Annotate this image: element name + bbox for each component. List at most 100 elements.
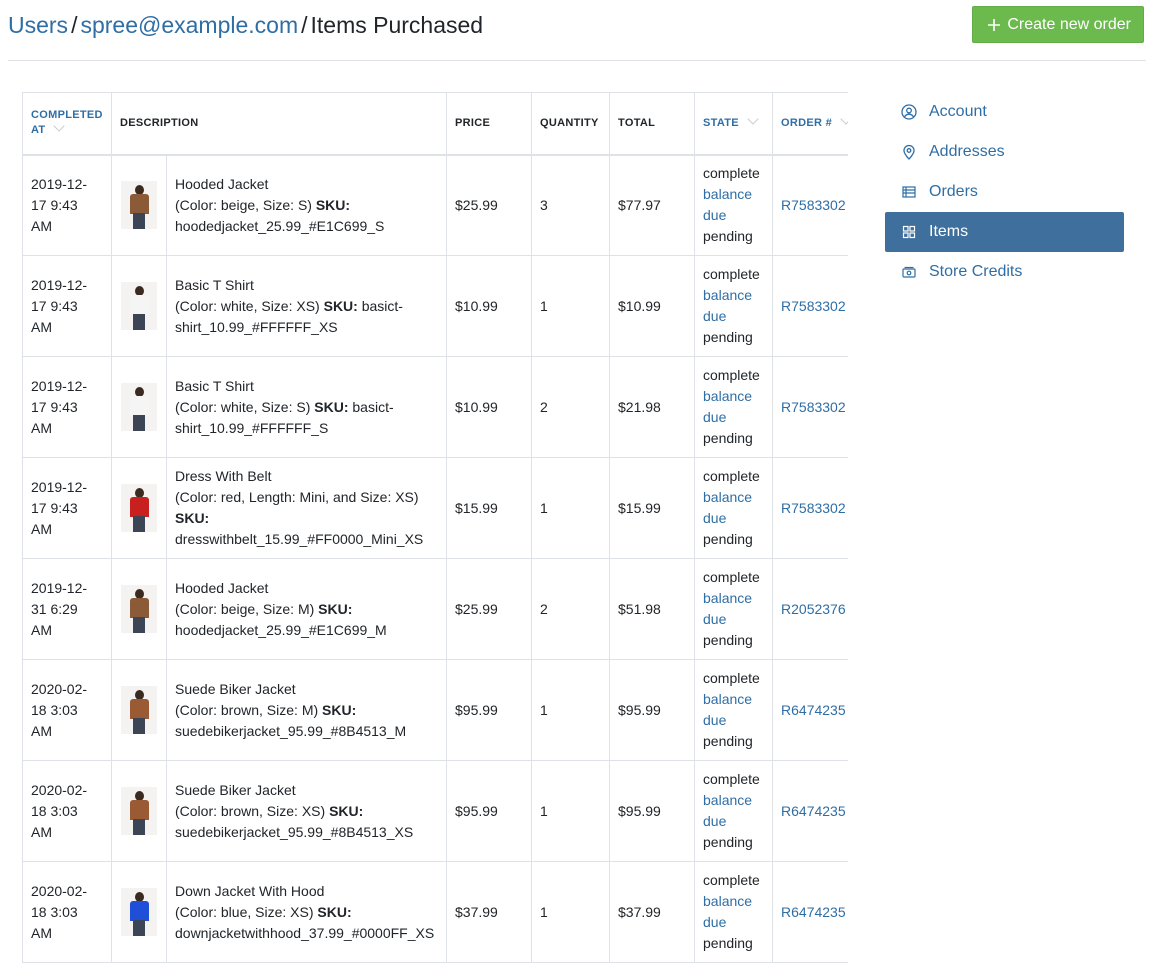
order-number-link[interactable]: R2052376 xyxy=(781,601,846,617)
sidebar-item-label: Orders xyxy=(929,183,978,200)
sku-label: SKU: xyxy=(315,196,351,213)
product-sku: hoodedjacket_25.99_#E1C699_S xyxy=(175,217,385,234)
price-cell: $25.99 xyxy=(446,154,533,256)
shipment-state: pending xyxy=(703,935,753,951)
grid-icon xyxy=(901,224,917,240)
product-thumbnail-cell xyxy=(111,356,167,458)
order-number-link[interactable]: R7583302 xyxy=(781,399,846,415)
product-name: Suede Biker Jacket xyxy=(175,781,296,798)
sidebar-item-addresses[interactable]: Addresses xyxy=(885,132,1124,172)
column-header-order-number[interactable]: ORDER # xyxy=(772,92,848,156)
order-number-link[interactable]: R6474235 xyxy=(781,904,846,920)
price-cell: $95.99 xyxy=(446,659,533,761)
money-icon xyxy=(901,264,917,280)
completed-at-cell: 2019-12- 17 9:43 AM xyxy=(22,255,112,357)
column-header-price: PRICE xyxy=(446,92,533,156)
payment-state-link[interactable]: balance due xyxy=(703,792,752,829)
order-state: complete xyxy=(703,771,760,787)
sidebar-item-orders[interactable]: Orders xyxy=(885,172,1124,212)
shipment-state: pending xyxy=(703,834,753,850)
product-sku: downjacketwithhood_37.99_#0000FF_XS xyxy=(175,924,435,941)
sku-label: SKU: xyxy=(323,297,358,314)
order-number-cell: R7583302 xyxy=(772,154,848,256)
sku-label: SKU: xyxy=(329,802,364,819)
order-state: complete xyxy=(703,266,760,282)
order-number-cell: R6474235 xyxy=(772,861,848,963)
order-number-link[interactable]: R6474235 xyxy=(781,803,846,819)
column-header-total: TOTAL xyxy=(609,92,696,156)
sidebar-item-store-credits[interactable]: Store Credits xyxy=(885,252,1124,292)
product-sku: dresswithbelt_15.99_#FF0000_Mini_XS xyxy=(175,531,424,547)
items-table-container[interactable]: COMPLETED AT DESCRIPTION PRICE QUANTITY T… xyxy=(22,92,848,965)
payment-state-link[interactable]: balance due xyxy=(703,287,752,324)
product-variant: (Color: red, Length: Mini, and Size: XS) xyxy=(175,489,419,505)
table-row: 2020-02- 18 3:03 AM Suede Biker Jacket (Colo… xyxy=(22,760,848,862)
state-cell: complete balance due pending xyxy=(694,861,774,963)
product-variant: (Color: white, Size: S) xyxy=(175,398,315,415)
order-number-link[interactable]: R7583302 xyxy=(781,197,846,213)
total-cell: $37.99 xyxy=(609,861,696,963)
quantity-cell: 2 xyxy=(531,356,611,458)
total-cell: $95.99 xyxy=(609,760,696,862)
description-cell: Hooded Jacket (Color: beige, Size: M) SKU… xyxy=(165,558,448,660)
sort-caret-icon xyxy=(840,113,848,125)
price-cell: $15.99 xyxy=(446,457,533,559)
create-new-order-button[interactable]: Create new order xyxy=(972,6,1144,43)
order-number-link[interactable]: R7583302 xyxy=(781,298,846,314)
shipment-state: pending xyxy=(703,329,753,345)
product-name: Suede Biker Jacket xyxy=(175,680,296,697)
price-cell: $37.99 xyxy=(446,861,533,963)
sku-label: SKU: xyxy=(322,701,357,718)
order-number-cell: R2052376 xyxy=(772,558,848,660)
state-cell: complete balance due pending xyxy=(694,760,774,862)
product-variant: (Color: brown, Size: XS) xyxy=(175,802,330,819)
description-cell: Suede Biker Jacket (Color: brown, Size: X… xyxy=(165,760,448,862)
payment-state-link[interactable]: balance due xyxy=(703,388,752,425)
product-thumbnail xyxy=(121,585,157,633)
breadcrumb-users-link[interactable]: Users xyxy=(8,12,68,38)
table-row: 2019-12- 17 9:43 AM Basic T Shirt (Color: wh… xyxy=(22,356,848,458)
product-thumbnail xyxy=(121,787,157,835)
product-name: Basic T Shirt xyxy=(175,276,254,293)
order-number-link[interactable]: R7583302 xyxy=(781,500,846,516)
shipment-state: pending xyxy=(703,430,753,446)
order-number-link[interactable]: R6474235 xyxy=(781,702,846,718)
state-cell: complete balance due pending xyxy=(694,457,774,559)
page-title: Items Purchased xyxy=(310,12,484,38)
product-thumbnail xyxy=(121,282,157,330)
payment-state-link[interactable]: balance due xyxy=(703,893,752,930)
quantity-cell: 1 xyxy=(531,659,611,761)
price-cell: $10.99 xyxy=(446,255,533,357)
table-row: 2019-12- 17 9:43 AM Basic T Shirt (Color: wh… xyxy=(22,255,848,357)
price-cell: $95.99 xyxy=(446,760,533,862)
table-row: 2019-12- 31 6:29 AM Hooded Jacket (Color: be… xyxy=(22,558,848,660)
product-sku: suedebikerjacket_95.99_#8B4513_XS xyxy=(175,823,414,840)
payment-state-link[interactable]: balance due xyxy=(703,186,752,223)
column-header-description: DESCRIPTION xyxy=(110,92,448,156)
quantity-cell: 2 xyxy=(531,558,611,660)
payment-state-link[interactable]: balance due xyxy=(703,590,752,627)
product-variant: (Color: brown, Size: M) xyxy=(175,701,323,718)
order-number-cell: R7583302 xyxy=(772,255,848,357)
sidebar-item-items[interactable]: Items xyxy=(885,212,1124,252)
order-state: complete xyxy=(703,670,760,686)
payment-state-link[interactable]: balance due xyxy=(703,691,752,728)
quantity-cell: 1 xyxy=(531,457,611,559)
description-cell: Dress With Belt (Color: red, Length: Mini… xyxy=(165,457,448,559)
page-header: Users / spree@example.com / Items Purchased … xyxy=(8,0,1146,61)
total-cell: $51.98 xyxy=(609,558,696,660)
quantity-cell: 1 xyxy=(531,760,611,862)
completed-at-cell: 2019-12- 17 9:43 AM xyxy=(22,356,112,458)
account-sidebar-nav: Account Addresses Orders Items Store Cre… xyxy=(885,92,1124,292)
quantity-cell: 1 xyxy=(531,255,611,357)
order-number-cell: R7583302 xyxy=(772,457,848,559)
column-header-state[interactable]: STATE xyxy=(694,92,774,156)
column-header-completed-at[interactable]: COMPLETED AT xyxy=(22,92,112,156)
sidebar-item-account[interactable]: Account xyxy=(885,92,1124,132)
account-icon xyxy=(901,104,917,120)
shipment-state: pending xyxy=(703,228,753,245)
breadcrumb-user-email-link[interactable]: spree@example.com xyxy=(80,12,298,38)
breadcrumb-separator: / xyxy=(71,12,78,38)
payment-state-link[interactable]: balance due xyxy=(703,489,752,526)
product-sku: hoodedjacket_25.99_#E1C699_M xyxy=(175,621,387,638)
